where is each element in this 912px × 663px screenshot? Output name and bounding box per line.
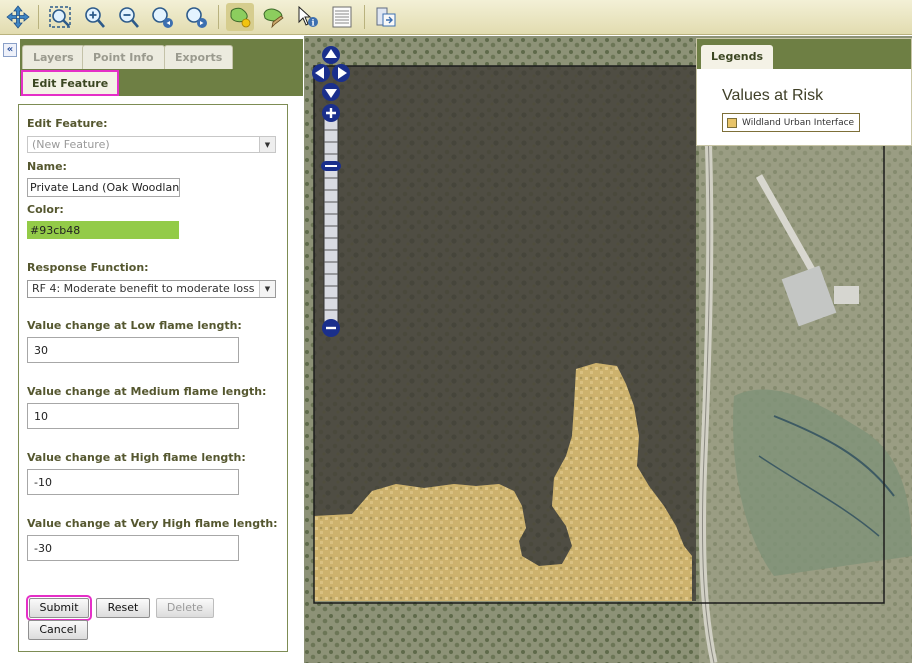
very-high-flame-input[interactable]: -30 (27, 535, 239, 561)
edit-feature-label: Edit Feature: (27, 117, 108, 130)
chevron-down-icon: ▼ (259, 281, 275, 297)
reset-button[interactable]: Reset (96, 598, 150, 618)
collapse-panel-button[interactable]: « (3, 43, 17, 57)
name-label: Name: (27, 160, 67, 173)
export-icon[interactable] (372, 3, 400, 31)
zoom-out-button-icon[interactable] (322, 319, 340, 337)
edit-panel: « Layers Point Info Exports Edit Feature… (0, 36, 304, 663)
high-flame-label: Value change at High flame length: (27, 451, 246, 464)
high-flame-input[interactable]: -10 (27, 469, 239, 495)
zoom-slider-thumb[interactable] (321, 161, 341, 171)
edit-feature-select[interactable]: (New Feature) ▼ (27, 136, 276, 153)
delete-button[interactable]: Delete (156, 598, 214, 618)
legend-swatch (727, 117, 737, 128)
pan-left-arrow-icon[interactable] (312, 64, 330, 82)
response-function-select[interactable]: RF 4: Moderate benefit to moderate loss … (27, 280, 276, 298)
low-flame-input[interactable]: 30 (27, 337, 239, 363)
zoom-slider[interactable] (321, 104, 341, 339)
panel-tab-bar: Layers Point Info Exports Edit Feature (20, 39, 303, 96)
medium-flame-input[interactable]: 10 (27, 403, 239, 429)
attribute-table-icon[interactable] (328, 3, 356, 31)
edit-feature-icon[interactable] (260, 3, 288, 31)
pan-up-arrow-icon[interactable] (322, 46, 340, 64)
legend-item-wui: Wildland Urban Interface (722, 113, 861, 132)
legend-tab-bar: Legends (697, 39, 911, 69)
name-input[interactable]: Private Land (Oak Woodland (27, 178, 180, 197)
tab-layers[interactable]: Layers (22, 45, 85, 69)
legend-item-label: Wildland Urban Interface (742, 117, 855, 128)
pan-tool-icon[interactable] (4, 3, 32, 31)
zoom-in-button-icon[interactable] (322, 104, 340, 122)
response-function-label: Response Function: (27, 261, 149, 274)
pan-down-arrow-icon[interactable] (322, 83, 340, 101)
low-flame-label: Value change at Low flame length: (27, 319, 242, 332)
tab-point-info[interactable]: Point Info (82, 45, 165, 69)
edit-feature-form: Edit Feature: (New Feature) ▼ Name: Priv… (18, 104, 288, 652)
tab-legends[interactable]: Legends (701, 45, 774, 69)
svg-text:i: i (311, 18, 314, 28)
chevron-down-icon: ▼ (259, 137, 275, 152)
color-input[interactable]: #93cb48 (27, 221, 179, 239)
pan-right-arrow-icon[interactable] (332, 64, 350, 82)
tab-exports[interactable]: Exports (164, 45, 234, 69)
color-label: Color: (27, 203, 64, 216)
zoom-out-icon[interactable] (114, 3, 142, 31)
zoom-full-extent-icon[interactable] (46, 3, 74, 31)
very-high-flame-label: Value change at Very High flame length: (27, 517, 278, 530)
zoom-next-icon[interactable] (182, 3, 210, 31)
identify-icon[interactable]: i (294, 3, 322, 31)
cancel-button[interactable]: Cancel (28, 620, 88, 640)
map-pan-control (312, 46, 350, 102)
legend-panel: Legends Values at Risk Wildland Urban In… (696, 38, 912, 146)
toolbar: i (0, 0, 912, 35)
zoom-previous-icon[interactable] (148, 3, 176, 31)
edit-feature-select-value: (New Feature) (32, 138, 110, 151)
add-feature-icon[interactable] (226, 3, 254, 31)
medium-flame-label: Value change at Medium flame length: (27, 385, 267, 398)
response-function-value: RF 4: Moderate benefit to moderate loss (32, 282, 255, 295)
submit-button[interactable]: Submit (26, 595, 92, 621)
legend-title: Values at Risk (722, 87, 824, 104)
zoom-in-icon[interactable] (80, 3, 108, 31)
tab-edit-feature[interactable]: Edit Feature (21, 70, 120, 96)
